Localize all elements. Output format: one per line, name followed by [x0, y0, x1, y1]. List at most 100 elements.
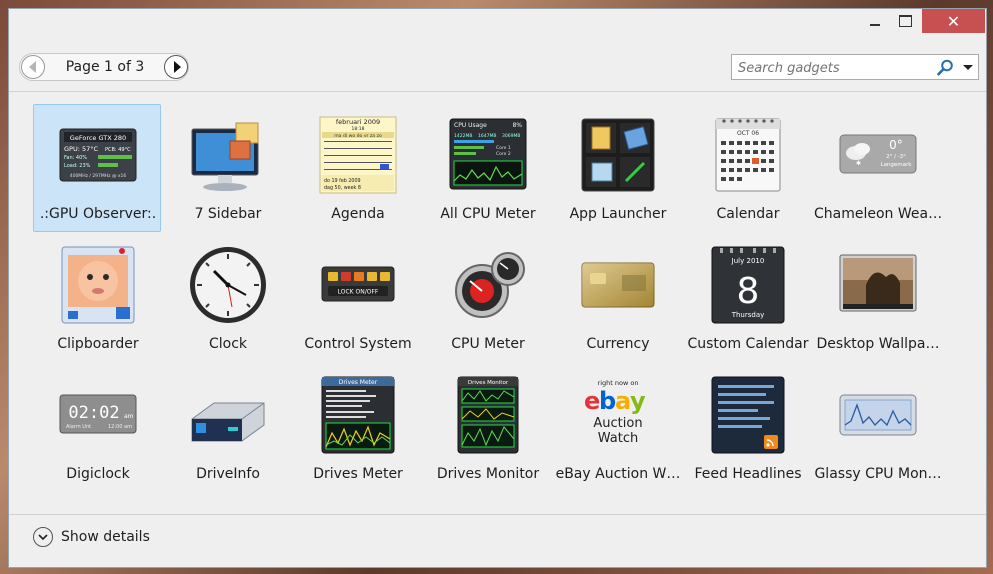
- gpu-temp-text: GPU: 57°C: [64, 145, 98, 153]
- drives-monitor-icon: Drives Monitor: [457, 376, 519, 454]
- core2-label: Core 2: [496, 151, 511, 157]
- alarm-time: 12:00 am: [108, 424, 132, 430]
- gadget-tile[interactable]: Glassy CPU Mon…: [813, 364, 942, 492]
- gadget-tile[interactable]: Feed Headlines: [683, 364, 811, 492]
- page-indicator: Page 1 of 3: [65, 59, 145, 75]
- gadget-tile[interactable]: LOCK ON/OFF Control System: [293, 234, 421, 362]
- weather-place: Langemark: [881, 162, 913, 168]
- drives-meter-title: Drives Meter: [339, 379, 378, 386]
- gadget-label: App Launcher: [569, 206, 667, 222]
- clock-speed-text: 400MHz / 297MHz @ x16: [70, 173, 127, 179]
- divider: [9, 514, 986, 515]
- arrow-right-icon: [173, 61, 181, 73]
- app-launcher-icon: [581, 118, 655, 192]
- ebay-icon: right now on e b a y Auction Watch: [584, 379, 646, 446]
- custom-cal-day: 8: [737, 271, 760, 312]
- gadget-tile[interactable]: right now on e b a y Auction Watch eBay …: [553, 364, 681, 492]
- show-details-toggle[interactable]: Show details: [33, 524, 150, 550]
- cpu-meter-icon: [455, 252, 525, 318]
- ebay-line1: Auction: [593, 416, 642, 431]
- gadget-tile[interactable]: OCT 06 Calendar: [683, 104, 811, 232]
- gadget-label: Drives Monitor: [436, 466, 540, 482]
- maximize-icon: [898, 15, 912, 27]
- gadget-tile[interactable]: GeForce GTX 280 GPU: 57°C PCB: 49°C Fan:…: [33, 104, 161, 232]
- gadget-label: Chameleon Wea…: [814, 206, 942, 222]
- gadget-label: DriveInfo: [196, 466, 260, 482]
- gadget-tile[interactable]: Currency: [553, 234, 681, 362]
- drives-meter-icon: Drives Meter: [321, 376, 395, 454]
- gadget-tile[interactable]: Drives Meter Drives Meter: [293, 364, 421, 492]
- chevron-down-button[interactable]: [33, 527, 53, 547]
- feed-headlines-icon: [711, 376, 785, 454]
- gadget-label: 7 Sidebar: [194, 206, 262, 222]
- gadget-label: Agenda: [331, 206, 385, 222]
- gadget-tile[interactable]: Desktop Wallpa…: [813, 234, 941, 362]
- glassy-cpu-icon: [839, 394, 917, 436]
- gadget-tile[interactable]: Clipboarder: [33, 234, 161, 362]
- cpu-usage-icon: CPU Usage 8% 1422MB 1647MB 3069MB Core 1…: [449, 118, 527, 190]
- gadgets-window: ✕ Page 1 of 3 GeForce GTX 280 GPU: 57°C: [8, 8, 987, 568]
- digiclock-icon: 02:02 am Alarm Unt 12:00 am: [59, 394, 137, 434]
- cpu-usage-title: CPU Usage: [454, 122, 487, 129]
- digiclock-ampm: am: [124, 413, 134, 420]
- show-details-label: Show details: [61, 529, 150, 545]
- minimize-icon: [870, 24, 880, 26]
- cpu-total-mem: 3069MB: [502, 133, 520, 139]
- gpu-model-text: GeForce GTX 280: [70, 134, 126, 142]
- weather-range: 2° / -3°: [886, 154, 906, 160]
- maximize-button[interactable]: [892, 9, 918, 33]
- cpu-used-mem: 1422MB: [454, 133, 472, 139]
- weather-icon: ✱ 0° 2° / -3° Langemark: [839, 134, 917, 174]
- gadget-label: Calendar: [716, 206, 780, 222]
- gadget-tile[interactable]: Drives Monitor Drives Monitor: [423, 364, 551, 492]
- svg-text:✱: ✱: [856, 160, 861, 167]
- gadget-tile[interactable]: CPU Usage 8% 1422MB 1647MB 3069MB Core 1…: [423, 104, 551, 232]
- gadget-tile[interactable]: CPU Meter: [423, 234, 551, 362]
- gadget-tile[interactable]: July 2010 8 Thursday Custom Calendar: [683, 234, 811, 362]
- custom-calendar-icon: July 2010 8 Thursday: [711, 246, 785, 324]
- control-system-icon: LOCK ON/OFF: [321, 266, 395, 302]
- minimize-button[interactable]: [862, 9, 888, 33]
- gadget-tile[interactable]: 7 Sidebar: [163, 104, 291, 232]
- agenda-footer-week: dag 50, week 8: [324, 185, 361, 191]
- gadget-tile[interactable]: 02:02 am Alarm Unt 12:00 am Digiclock: [33, 364, 161, 492]
- search-icon[interactable]: [937, 59, 954, 76]
- gadget-tile[interactable]: DriveInfo: [163, 364, 291, 492]
- gadget-label: Currency: [586, 336, 650, 352]
- close-icon: ✕: [946, 11, 961, 31]
- gadget-grid: GeForce GTX 280 GPU: 57°C PCB: 49°C Fan:…: [9, 92, 986, 512]
- gadget-label: Digiclock: [66, 466, 130, 482]
- gadget-tile[interactable]: ✱ 0° 2° / -3° Langemark Chameleon Wea…: [813, 104, 942, 232]
- gadget-tile[interactable]: Clock: [163, 234, 291, 362]
- load-text: Load: 23%: [64, 163, 91, 169]
- gadget-label: All CPU Meter: [440, 206, 536, 222]
- previous-page-button[interactable]: [21, 55, 45, 79]
- gadget-label: Feed Headlines: [694, 466, 802, 482]
- close-button[interactable]: ✕: [922, 9, 985, 33]
- chevron-down-icon: [38, 534, 48, 541]
- gadget-label: CPU Meter: [451, 336, 525, 352]
- pager: Page 1 of 3: [19, 53, 189, 81]
- clock-icon: [190, 247, 266, 323]
- gadget-tile[interactable]: App Launcher: [553, 104, 681, 232]
- digiclock-time: 02:02: [68, 403, 119, 423]
- agenda-days: ma di wo do vr za zo: [334, 133, 382, 139]
- search-box: [731, 54, 979, 80]
- pcb-temp-text: PCB: 49°C: [105, 147, 131, 153]
- fan-text: Fan: 40%: [64, 155, 87, 161]
- gpu-observer-icon: GeForce GTX 280 GPU: 57°C PCB: 49°C Fan:…: [59, 128, 137, 182]
- next-page-button[interactable]: [164, 55, 188, 79]
- agenda-calendar-icon: februari 2009 18:18 ma di wo do vr za zo…: [319, 116, 397, 194]
- title-bar: ✕: [9, 9, 986, 39]
- toolbar: Page 1 of 3: [9, 47, 986, 87]
- gadget-tile[interactable]: februari 2009 18:18 ma di wo do vr za zo…: [293, 104, 421, 232]
- ebay-top-text: right now on: [598, 379, 639, 387]
- weather-temp: 0°: [889, 138, 903, 152]
- gadget-label: Clipboarder: [57, 336, 139, 352]
- search-dropdown-icon[interactable]: [963, 65, 973, 70]
- currency-card-icon: [581, 262, 655, 308]
- search-input[interactable]: [736, 57, 930, 79]
- arrow-left-icon: [28, 61, 36, 73]
- custom-cal-month: July 2010: [731, 257, 765, 265]
- gadget-label: eBay Auction W…: [555, 466, 681, 482]
